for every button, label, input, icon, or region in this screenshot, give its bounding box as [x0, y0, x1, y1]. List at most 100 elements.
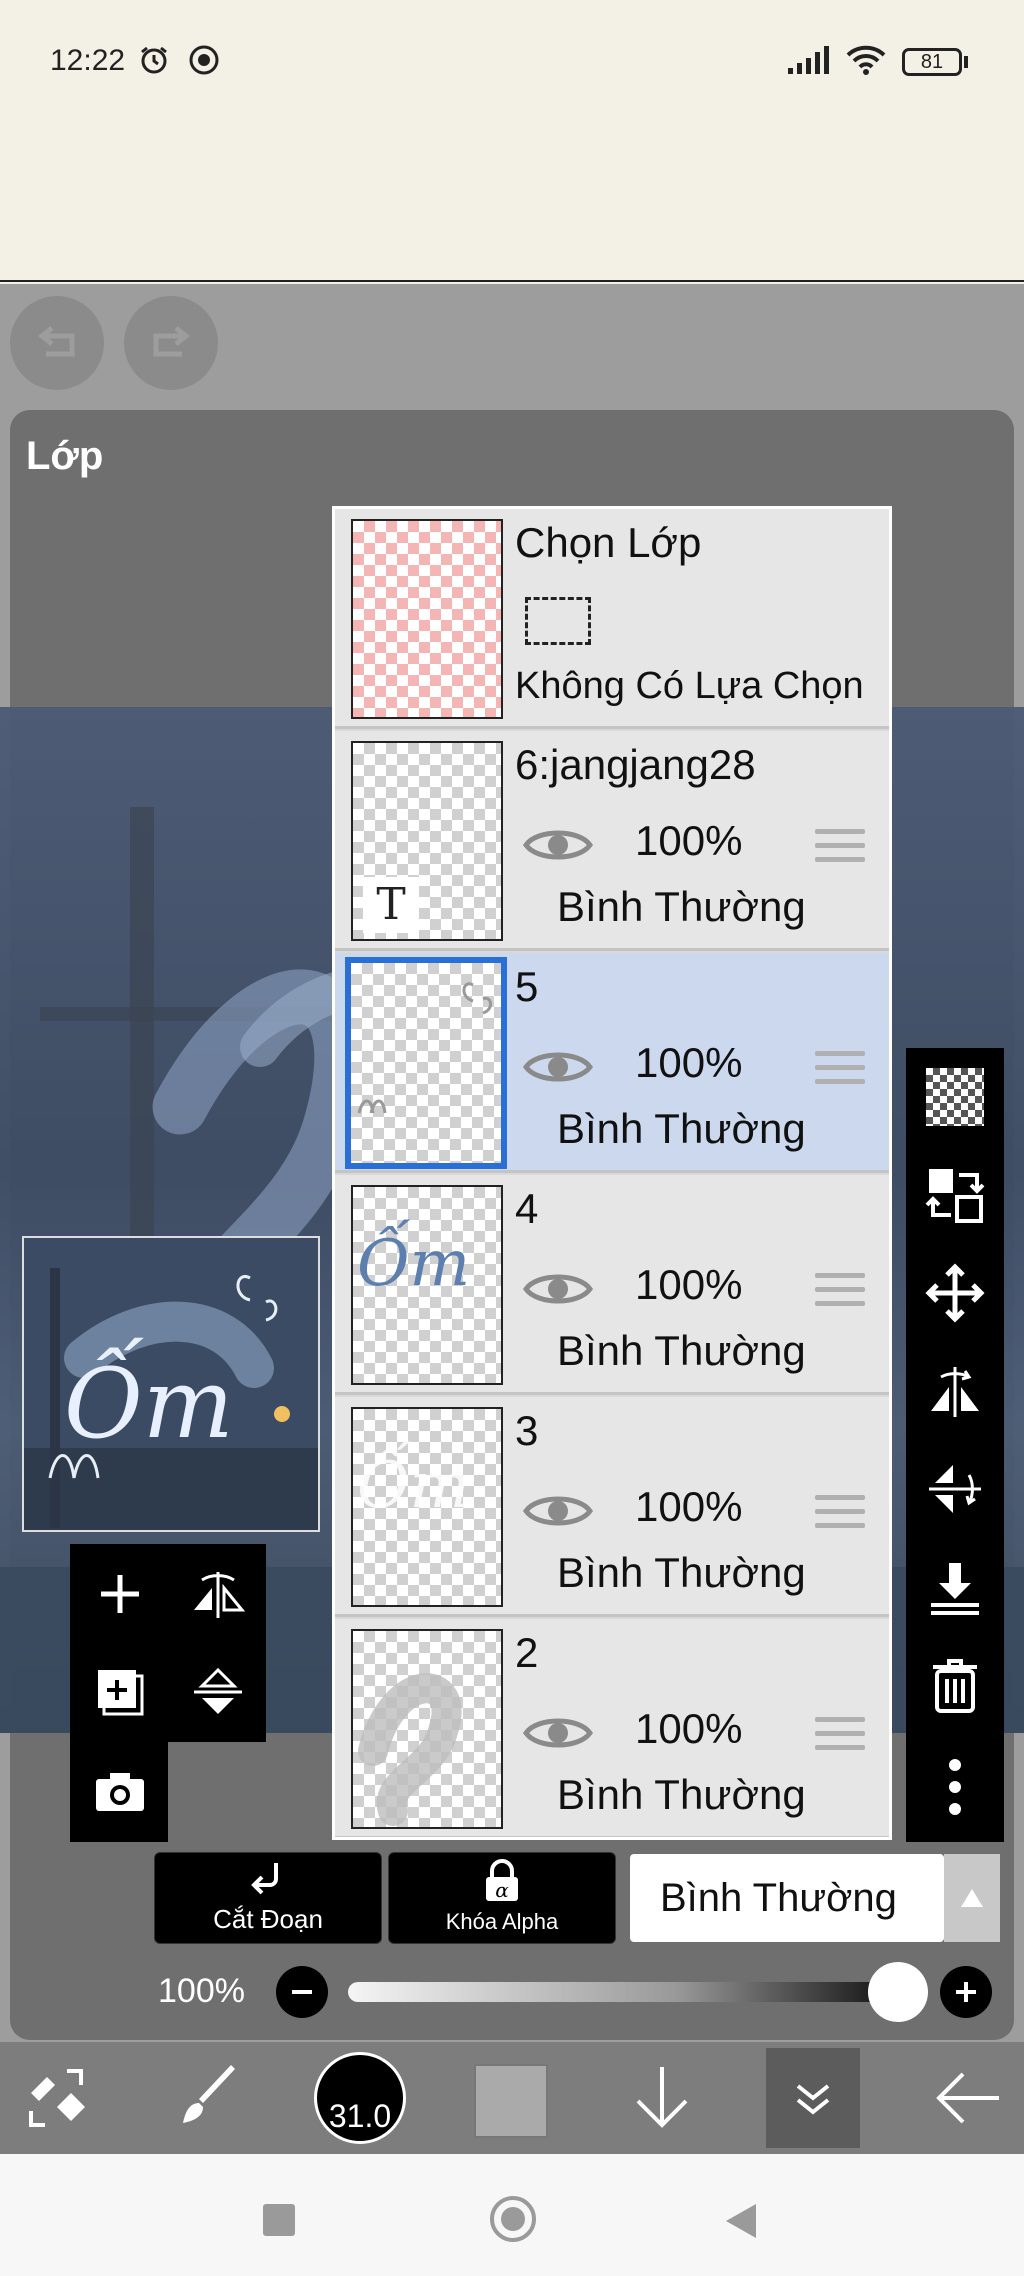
- brush-size-button[interactable]: 31.0: [314, 2052, 406, 2144]
- arrow-down-icon: [636, 2067, 688, 2128]
- recents-button[interactable]: [263, 2204, 295, 2236]
- merge-down-button[interactable]: [906, 1538, 1004, 1636]
- layer-thumbnail: [351, 1629, 503, 1829]
- add-copy-icon: [98, 1670, 144, 1716]
- selection-status: Không Có Lựa Chọn: [515, 665, 864, 707]
- flip-horizontal-icon: [931, 1367, 979, 1417]
- battery-tip: [964, 56, 968, 68]
- checkerboard-icon: [926, 1068, 984, 1126]
- swap-layers-icon: [925, 1169, 985, 1223]
- layer-blend-mode: Bình Thường: [557, 1549, 806, 1596]
- selection-layer-row[interactable]: Chọn Lớp Không Có Lựa Chọn: [335, 509, 889, 729]
- brush-icon: [183, 2065, 235, 2123]
- delete-layer-button[interactable]: [906, 1636, 1004, 1734]
- signal-icon: [788, 46, 829, 74]
- layer-row[interactable]: 2 100% Bình Thường: [335, 1619, 889, 1837]
- home-dot: [501, 2207, 525, 2231]
- selection-marquee-icon: [525, 597, 591, 645]
- brush-tool-button[interactable]: [160, 2042, 256, 2154]
- down-arrow-button[interactable]: [614, 2042, 710, 2154]
- wifi-icon: [846, 45, 886, 75]
- triangle-up-icon: [961, 1889, 983, 1907]
- drag-handle-icon[interactable]: [815, 1717, 865, 1753]
- plus-icon: [101, 1575, 139, 1613]
- layer-name: 5: [515, 963, 539, 1010]
- alpha-lock-label: Khóa Alpha: [445, 1909, 559, 1934]
- visibility-eye-icon[interactable]: [523, 1267, 593, 1311]
- opacity-decrease-button[interactable]: [276, 1966, 328, 2018]
- camera-button[interactable]: [72, 1744, 168, 1840]
- transform-eraser-icon: [29, 2069, 85, 2127]
- text-layer-glyph: T: [363, 877, 419, 933]
- opacity-slider[interactable]: [348, 1982, 894, 2002]
- layer-blend-mode: Bình Thường: [557, 1771, 806, 1818]
- layer-row[interactable]: Ốm 4 100% Bình Thường: [335, 1175, 889, 1395]
- flip-horizontal-layer-button[interactable]: [906, 1342, 1004, 1440]
- layer-name: 3: [515, 1407, 539, 1454]
- drag-handle-icon[interactable]: [815, 1273, 865, 1309]
- layer-list: Chọn Lớp Không Có Lựa Chọn T 6:jangjang2…: [332, 506, 892, 1840]
- preview-text: Ốm: [64, 1348, 234, 1460]
- home-button[interactable]: [490, 2196, 536, 2242]
- blend-mode-value: Bình Thường: [660, 1876, 897, 1920]
- double-chevron-down-icon: [796, 2084, 830, 2115]
- more-options-button[interactable]: [906, 1738, 1004, 1836]
- color-swatch[interactable]: [474, 2064, 548, 2138]
- battery-icon: 81: [902, 48, 962, 76]
- layer-opacity: 100%: [635, 1039, 743, 1086]
- layers-button[interactable]: [766, 2048, 860, 2148]
- visibility-eye-icon[interactable]: [523, 1711, 593, 1755]
- visibility-eye-icon[interactable]: [523, 823, 593, 867]
- flip-vertical-button[interactable]: [170, 1644, 266, 1740]
- layer-thumbnail: Ốm: [351, 1185, 503, 1385]
- move-button[interactable]: [906, 1244, 1004, 1342]
- layer-thumbnail: T: [351, 741, 503, 941]
- drag-handle-icon[interactable]: [815, 1495, 865, 1531]
- flip-horizontal-button[interactable]: [170, 1546, 266, 1642]
- alpha-lock-button[interactable]: α Khóa Alpha: [388, 1852, 616, 1944]
- copy-transform-button[interactable]: [906, 1146, 1004, 1244]
- opacity-increase-button[interactable]: [940, 1966, 992, 2018]
- blend-mode-select[interactable]: Bình Thường: [630, 1854, 944, 1942]
- flip-horizontal-icon: [194, 1572, 246, 1618]
- layer-blend-mode: Bình Thường: [557, 1105, 806, 1152]
- layer-name: 2: [515, 1629, 539, 1676]
- visibility-eye-icon[interactable]: [523, 1489, 593, 1533]
- add-layer-button[interactable]: [72, 1546, 168, 1642]
- undo-button[interactable]: [10, 296, 104, 390]
- drag-handle-icon[interactable]: [815, 1051, 865, 1087]
- opacity-label: 100%: [158, 1972, 245, 2010]
- add-copy-layer-button[interactable]: [72, 1644, 168, 1740]
- layer-name: 6:jangjang28: [515, 741, 756, 788]
- layer-name: 4: [515, 1185, 539, 1232]
- layer-row[interactable]: Ốm 3 100% Bình Thường: [335, 1397, 889, 1617]
- layer-row[interactable]: T 6:jangjang28 100% Bình Thường: [335, 731, 889, 951]
- opacity-slider-knob[interactable]: [868, 1962, 928, 2022]
- thumbnail-art: [358, 1673, 462, 1826]
- selection-thumbnail: [351, 519, 503, 719]
- brush-size-value: 31.0: [328, 2098, 392, 2134]
- layer-row-selected[interactable]: 5 100% Bình Thường: [335, 953, 889, 1173]
- undo-icon: [37, 326, 75, 357]
- battery-level: 81: [920, 51, 944, 73]
- layer-blend-mode: Bình Thường: [557, 1327, 806, 1374]
- clipping-arrow-icon: [251, 1863, 278, 1895]
- layer-actions-toolbar: [906, 1048, 1004, 1842]
- trash-icon: [933, 1659, 977, 1713]
- redo-button[interactable]: [124, 296, 218, 390]
- visibility-eye-icon[interactable]: [523, 1045, 593, 1089]
- back-button[interactable]: [920, 2042, 1016, 2154]
- canvas-preview[interactable]: Ốm: [22, 1236, 320, 1532]
- back-nav-icon[interactable]: [724, 2202, 758, 2240]
- thumbnail-text-art: Ốm: [357, 1449, 471, 1523]
- selection-layer-title: Chọn Lớp: [515, 519, 702, 566]
- drag-handle-icon[interactable]: [815, 829, 865, 865]
- flip-vertical-layer-button[interactable]: [906, 1440, 1004, 1538]
- camera-icon: [96, 1773, 144, 1811]
- transparency-button[interactable]: [906, 1048, 1004, 1146]
- arrow-left-icon: [936, 2072, 999, 2124]
- clipping-button[interactable]: Cắt Đoạn: [154, 1852, 382, 1944]
- status-time: 12:22: [50, 44, 126, 77]
- transform-tool-button[interactable]: [10, 2042, 106, 2154]
- blend-mode-dropdown-button[interactable]: [944, 1854, 1000, 1942]
